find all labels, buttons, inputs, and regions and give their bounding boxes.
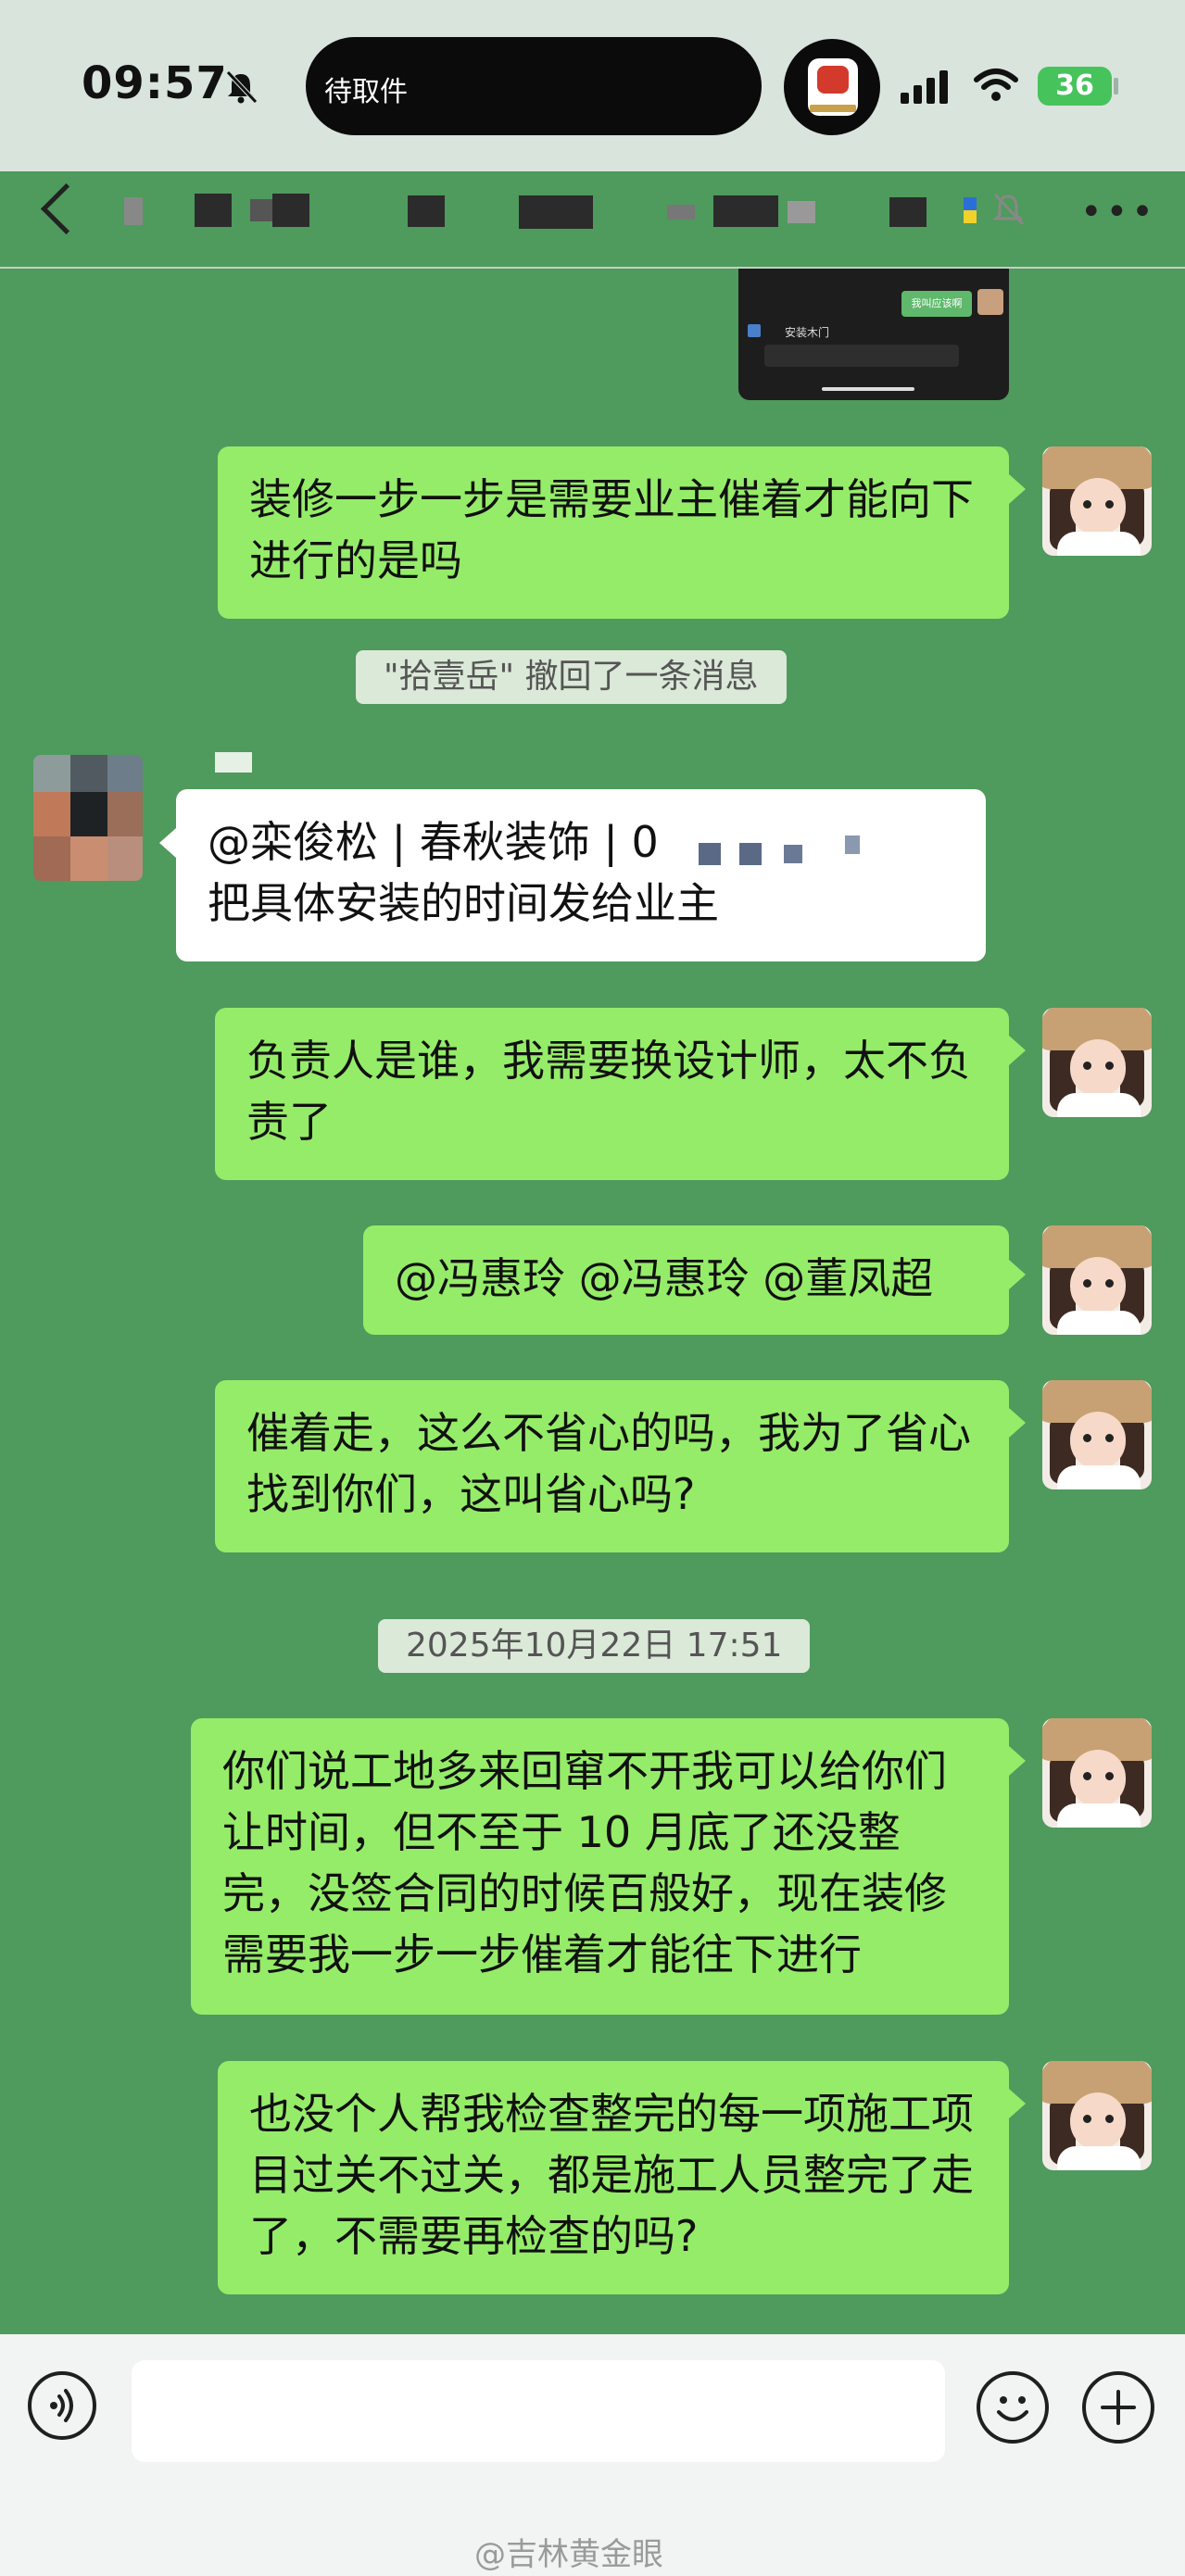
embedded-screenshot-image[interactable]: 我叫应该啊 安装木门 [738, 269, 1009, 400]
cellular-signal-icon [901, 70, 951, 104]
timestamp-divider: 2025年10月22日 17:51 [378, 1619, 811, 1673]
clock: 09:57 [82, 57, 228, 109]
sender-avatar-pixelated[interactable] [33, 755, 143, 881]
chat-title-redacted [120, 190, 1028, 231]
emoji-button[interactable] [977, 2371, 1049, 2444]
message-input[interactable] [132, 2360, 945, 2462]
system-recall-notice: "拾壹岳" 撤回了一条消息 [356, 650, 787, 704]
outgoing-message[interactable]: 你们说工地多来回窜不开我可以给你们让时间，但不至于 10 月底了还没整完，没签合… [191, 1718, 1009, 2015]
message-text: @栾俊松 | 春秋装饰 | 0 把具体安装的时间发给业主 [208, 817, 719, 928]
bubble-tail [1009, 1260, 1026, 1289]
redacted-mention-block [673, 832, 904, 871]
outgoing-message[interactable]: 也没个人帮我检查整完的每一项施工项目过关不过关，都是施工人员整完了走了，不需要再… [218, 2061, 1009, 2294]
embedded-reply-bubble: 我叫应该啊 [901, 291, 972, 317]
message-text: 催着走，这么不省心的吗，我为了省心找到你们，这叫省心吗? [246, 1408, 971, 1519]
outgoing-message[interactable]: 催着走，这么不省心的吗，我为了省心找到你们，这叫省心吗? [215, 1380, 1009, 1552]
bubble-tail [1009, 1036, 1026, 1065]
muted-bell-icon [992, 193, 1025, 226]
user-avatar[interactable] [1042, 446, 1152, 556]
bubble-tail [1009, 1746, 1026, 1776]
more-options-icon[interactable]: ••• [1080, 194, 1157, 231]
user-avatar[interactable] [1042, 1008, 1152, 1117]
voice-icon [50, 2389, 73, 2422]
island-pickup-text: 待取件 [324, 76, 408, 108]
sender-name-redacted [215, 752, 252, 773]
weibo-watermark: @吉林黄金眼 [474, 2536, 663, 2573]
user-avatar[interactable] [1042, 2061, 1152, 2170]
outgoing-message[interactable]: 负责人是谁，我需要换设计师，太不负责了 [215, 1008, 1009, 1180]
embedded-item-icon [748, 324, 761, 337]
message-text: 也没个人帮我检查整完的每一项施工项目过关不过关，都是施工人员整完了走了，不需要再… [249, 2089, 974, 2261]
voice-input-button[interactable] [28, 2371, 96, 2440]
embedded-home-indicator [822, 387, 914, 391]
plus-icon [1101, 2390, 1136, 2425]
message-text: 负责人是谁，我需要换设计师，太不负责了 [246, 1036, 971, 1147]
bubble-tail [159, 828, 176, 858]
emoji-icon [997, 2396, 1028, 2421]
outgoing-message[interactable]: @冯惠玲 @冯惠玲 @董凤超 [363, 1225, 1009, 1335]
message-text: @冯惠玲 @冯惠玲 @董凤超 [395, 1253, 934, 1303]
embedded-input [764, 345, 959, 367]
bell-muted-icon [226, 70, 258, 104]
battery-tip [1114, 78, 1118, 94]
embedded-avatar [977, 289, 1003, 315]
embedded-item-label: 安装木门 [785, 326, 830, 339]
user-avatar[interactable] [1042, 1380, 1152, 1489]
more-functions-plus-button[interactable] [1082, 2371, 1154, 2444]
message-text: 你们说工地多来回窜不开我可以给你们让时间，但不至于 10 月底了还没整完，没签合… [222, 1746, 947, 1979]
user-avatar[interactable] [1042, 1718, 1152, 1828]
user-avatar[interactable] [1042, 1225, 1152, 1335]
wifi-icon [974, 69, 1018, 101]
battery-indicator: 36 [1038, 67, 1112, 106]
bubble-tail [1009, 1408, 1026, 1438]
app-logo-icon [808, 58, 858, 116]
back-chevron-icon[interactable] [40, 182, 93, 235]
message-text: 装修一步一步是需要业主催着才能向下进行的是吗 [249, 474, 974, 585]
outgoing-message[interactable]: 装修一步一步是需要业主催着才能向下进行的是吗 [218, 446, 1009, 619]
incoming-message[interactable]: @栾俊松 | 春秋装饰 | 0 把具体安装的时间发给业主 [176, 789, 986, 961]
bubble-tail [1009, 474, 1026, 504]
bubble-tail [1009, 2089, 1026, 2118]
